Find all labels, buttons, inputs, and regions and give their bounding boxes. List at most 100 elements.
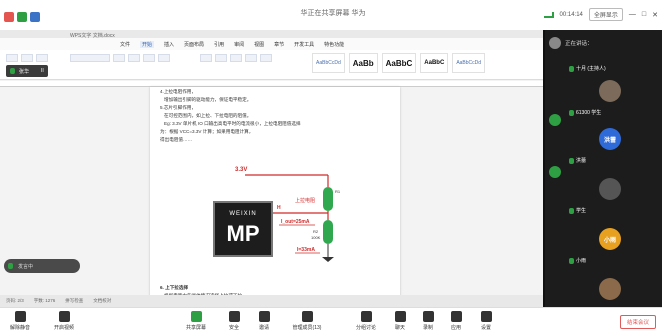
- title-right: 00:14:14 全屏显示 — □ ✕: [543, 8, 658, 21]
- speaking-indicator[interactable]: 发言中: [4, 259, 80, 273]
- participant-tile[interactable]: 十月 (主持人): [567, 54, 655, 74]
- style-heading1[interactable]: AaBb: [348, 53, 378, 73]
- underline-icon[interactable]: [158, 54, 170, 62]
- fullscreen-button[interactable]: 全屏显示: [588, 8, 623, 21]
- menu-dev[interactable]: 开发工具: [294, 41, 314, 48]
- camera-icon: [58, 311, 70, 322]
- participant-name: 小雨: [569, 257, 586, 264]
- circuit-figure: 3.3V WEIXIN MP H R1 上拉电阻 I_out=25mA R2 1…: [195, 165, 350, 263]
- doc-line: 5.芯片引脚作用，: [160, 105, 196, 110]
- align-center-icon[interactable]: [245, 54, 257, 62]
- menu-layout[interactable]: 页面布局: [184, 41, 204, 48]
- end-meeting-button[interactable]: 结束会议: [619, 315, 656, 329]
- status-spell[interactable]: 拼写检查: [65, 298, 83, 304]
- current-high: I_out=25mA: [281, 219, 310, 225]
- style-heading3[interactable]: AaBbC: [420, 53, 449, 73]
- participant-tile[interactable]: 61300 学生: [567, 78, 655, 118]
- r2-value: 100K: [311, 235, 321, 240]
- paste-icon[interactable]: [6, 54, 18, 62]
- participant-name: 十月 (主持人): [569, 65, 606, 72]
- align-right-icon[interactable]: [260, 54, 272, 62]
- align-left-icon[interactable]: [230, 54, 242, 62]
- doc-line: 4.上拉电阻作用，: [160, 89, 196, 94]
- font-select[interactable]: [70, 54, 110, 62]
- status-bar: 页码: 2/3 字数: 1276 拼写检查 文档校对: [0, 295, 543, 307]
- doc-line: 得出电阻值……: [160, 137, 193, 142]
- italic-icon[interactable]: [143, 54, 155, 62]
- menu-view[interactable]: 视图: [254, 41, 264, 48]
- members-icon: [301, 311, 313, 322]
- bullets-icon[interactable]: [200, 54, 212, 62]
- participant-tile[interactable]: [567, 276, 655, 306]
- window-controls: — □ ✕: [629, 11, 658, 19]
- participant-avatar: [599, 178, 621, 200]
- participant-tile[interactable]: 小雨 小雨: [567, 226, 655, 266]
- menu-home[interactable]: 开始: [140, 40, 155, 48]
- share-button[interactable]: 共享屏幕: [176, 311, 216, 331]
- doc-line: 为：根据 VCC=3.3V 计算；如果用电阻计算，: [160, 129, 254, 134]
- raise-hand-icon[interactable]: [549, 114, 561, 126]
- signal-icon: [543, 11, 554, 18]
- meeting-window: 华正在共享屏幕 华为 00:14:14 全屏显示 — □ ✕ WPS文字 文档.…: [0, 0, 662, 335]
- menu-insert[interactable]: 插入: [164, 41, 174, 48]
- numbering-icon[interactable]: [215, 54, 227, 62]
- breakout-icon: [360, 311, 372, 322]
- copy-icon[interactable]: [36, 54, 48, 62]
- font-size-select[interactable]: [113, 54, 125, 62]
- gear-icon: [480, 311, 492, 322]
- participant-name: 洪蕾: [569, 157, 586, 164]
- chat-icon: [394, 311, 406, 322]
- share-icon: [190, 311, 202, 322]
- document-page[interactable]: 4.上拉电阻作用， 增加输出引脚的驱动能力，保证电平稳定。 5.芯片引脚作用， …: [150, 87, 400, 307]
- window-title: 华正在共享屏幕 华为: [300, 10, 366, 17]
- pullup-label: 上拉电阻: [295, 198, 316, 204]
- current-low: I=33mA: [297, 247, 315, 253]
- close-button[interactable]: ✕: [652, 11, 658, 19]
- mic-icon: [14, 311, 26, 322]
- style-normal[interactable]: AaBbCcDd: [312, 53, 345, 73]
- participant-tile[interactable]: 学生: [567, 176, 655, 216]
- participant-avatar: 洪蕾: [599, 128, 621, 150]
- minimize-button[interactable]: —: [629, 11, 636, 19]
- style-heading4[interactable]: AaBbCcDd: [452, 53, 486, 73]
- participant-avatar: [599, 278, 621, 300]
- participant-name: 61300 学生: [569, 109, 601, 116]
- mic-icon: [10, 68, 15, 74]
- network-icon[interactable]: [30, 12, 40, 22]
- style-heading2[interactable]: AaBbC: [381, 53, 417, 73]
- speaker-avatar: [549, 37, 561, 49]
- cut-icon[interactable]: [21, 54, 33, 62]
- pause-share-button[interactable]: II: [41, 68, 44, 74]
- status-proof[interactable]: 文档校对: [93, 298, 111, 304]
- menu-section[interactable]: 章节: [274, 41, 284, 48]
- maximize-button[interactable]: □: [642, 11, 646, 19]
- settings-button[interactable]: 设置: [466, 311, 506, 331]
- menu-review[interactable]: 审阅: [234, 41, 244, 48]
- ribbon-tools: AaBbCcDd AaBb AaBbC AaBbC AaBbCcDd: [0, 50, 543, 80]
- info-icon[interactable]: [4, 12, 14, 22]
- menu-file[interactable]: 文件: [120, 41, 130, 48]
- r1-label: R1: [335, 189, 341, 194]
- shield-icon: [228, 311, 240, 322]
- invite-button[interactable]: 邀请: [244, 311, 284, 331]
- chat-icon[interactable]: [549, 166, 561, 178]
- menu-references[interactable]: 引用: [214, 41, 224, 48]
- font-group: [70, 54, 170, 62]
- participant-tile[interactable]: 洪蕾 洪蕾: [567, 126, 655, 166]
- mic-icon: [569, 157, 574, 164]
- host-chip[interactable]: 张华 II: [6, 65, 48, 77]
- shield-icon[interactable]: [17, 12, 27, 22]
- title-bar: 华正在共享屏幕 华为 00:14:14 全屏显示 — □ ✕: [0, 0, 662, 30]
- mute-button[interactable]: 解除静音: [0, 311, 40, 331]
- chip-vendor: WEIXIN: [229, 211, 257, 217]
- menu-features[interactable]: 特色功能: [324, 41, 344, 48]
- video-button[interactable]: 开启视频: [44, 311, 84, 331]
- mic-icon: [569, 109, 574, 116]
- status-words: 字数: 1276: [33, 298, 56, 303]
- mic-icon: [8, 263, 13, 269]
- bold-icon[interactable]: [128, 54, 140, 62]
- voltage-label: 3.3V: [235, 167, 248, 173]
- title-icons: [4, 12, 40, 22]
- members-button[interactable]: 管理成员(13): [282, 311, 332, 331]
- high-label: H: [277, 205, 281, 211]
